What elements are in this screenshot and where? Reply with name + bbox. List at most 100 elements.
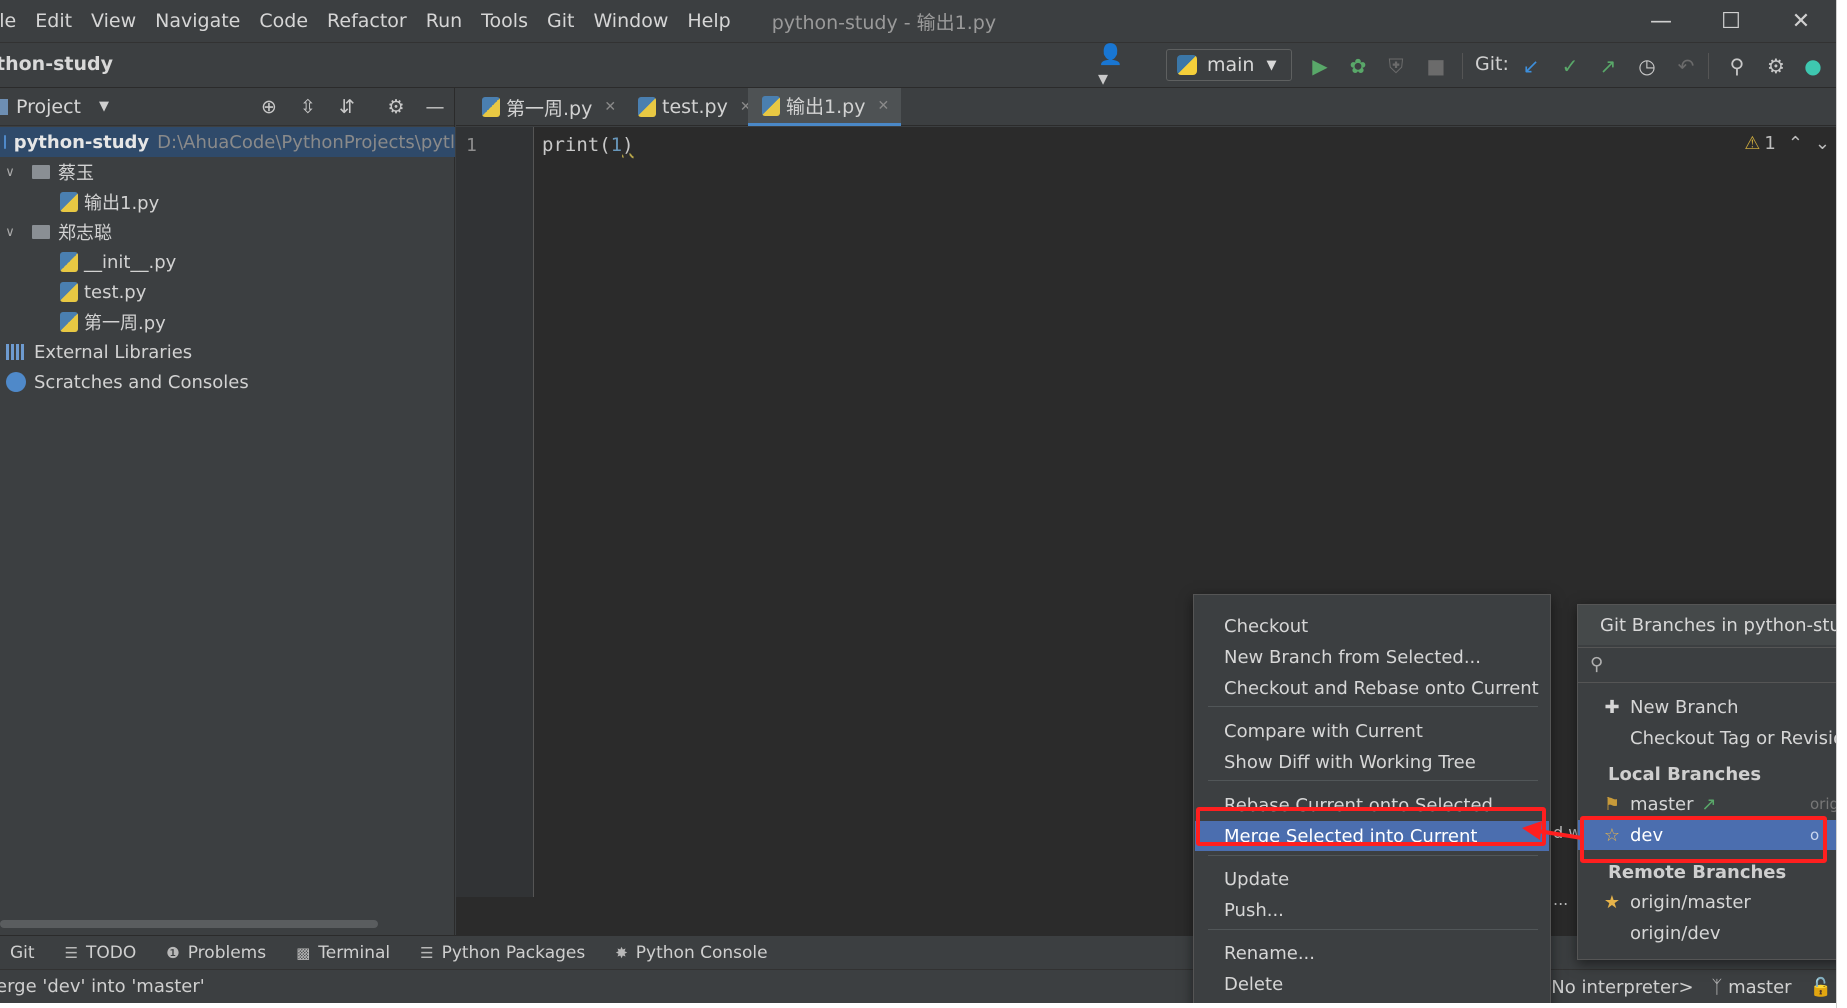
root-name: python-study: [13, 131, 150, 153]
tree-folder[interactable]: ∨ 蔡玉: [0, 157, 455, 187]
git-label: Git:: [1475, 53, 1509, 75]
tree-label: 郑志聪: [58, 223, 112, 244]
python-file-icon: [638, 97, 656, 117]
git-commit-icon[interactable]: ✓: [1555, 51, 1585, 81]
plus-icon: ✚: [1604, 696, 1620, 718]
tool-python-packages[interactable]: ☰ Python Packages: [420, 943, 585, 963]
inspection-widget[interactable]: ⚠ 1 ⌃ ⌄: [1744, 133, 1830, 154]
stop-icon[interactable]: ■: [1421, 51, 1451, 81]
folder-icon: [32, 225, 50, 239]
code-line[interactable]: print(1): [542, 134, 634, 156]
menu-item-compare-with-current[interactable]: Compare with Current: [1195, 716, 1549, 746]
menu-view[interactable]: View: [91, 10, 136, 32]
menu-item-rename[interactable]: Rename...: [1195, 938, 1549, 968]
horizontal-scrollbar[interactable]: [0, 920, 378, 928]
tool-python-console[interactable]: ✸ Python Console: [615, 943, 767, 963]
run-icon[interactable]: ▶: [1305, 51, 1335, 81]
chevron-down-icon[interactable]: ⌄: [1815, 133, 1830, 154]
gear-icon[interactable]: ⚙: [382, 93, 410, 121]
star-filled-icon[interactable]: ★: [1600, 892, 1624, 913]
tool-todo[interactable]: ☰ TODO: [65, 943, 137, 963]
project-panel-title[interactable]: Project: [16, 96, 81, 118]
python-file-icon: [482, 97, 500, 117]
chevron-down-icon[interactable]: ▼: [99, 99, 109, 114]
menu-edit[interactable]: Edit: [35, 10, 72, 32]
code-arg: 1: [610, 134, 623, 156]
expand-all-icon[interactable]: ⇳: [294, 93, 322, 121]
debug-icon[interactable]: ✿: [1343, 51, 1373, 81]
menu-tools[interactable]: Tools: [481, 10, 528, 32]
minimize-icon[interactable]: —: [1626, 0, 1696, 42]
chevron-down-icon[interactable]: ∨: [0, 225, 20, 240]
menu-help[interactable]: Help: [687, 10, 730, 32]
tree-scratches[interactable]: Scratches and Consoles: [0, 367, 455, 397]
tab-week1[interactable]: 第一周.py ✕: [468, 88, 628, 126]
menu-navigate[interactable]: Navigate: [155, 10, 240, 32]
tool-terminal[interactable]: ▩ Terminal: [296, 943, 390, 963]
menu-item-checkout-rebase[interactable]: Checkout and Rebase onto Current: [1195, 673, 1549, 703]
rollback-icon[interactable]: ↶: [1671, 51, 1701, 81]
search-icon[interactable]: ⚲: [1722, 51, 1752, 81]
action-new-branch[interactable]: ✚ New Branch: [1578, 692, 1836, 722]
action-checkout-tag[interactable]: Checkout Tag or Revision: [1578, 723, 1836, 753]
search-icon: ⚲: [1590, 654, 1604, 675]
git-update-icon[interactable]: ↙: [1516, 51, 1546, 81]
branch-widget[interactable]: ᛉ master: [1712, 977, 1792, 998]
background-window-edge: [1836, 0, 1847, 1008]
menu-file[interactable]: ile: [0, 10, 16, 32]
tree-file[interactable]: 输出1.py: [0, 187, 455, 217]
menu-item-update[interactable]: Update: [1195, 864, 1549, 894]
tool-label: TODO: [86, 942, 137, 963]
maximize-icon[interactable]: ☐: [1696, 0, 1766, 42]
menu-item-new-branch-from-selected[interactable]: New Branch from Selected...: [1195, 642, 1549, 672]
tab-output1[interactable]: 输出1.py ✕: [748, 88, 902, 126]
menu-code[interactable]: Code: [259, 10, 308, 32]
menu-item-checkout[interactable]: Checkout: [1195, 611, 1549, 641]
tree-folder[interactable]: ∨ 郑志聪: [0, 217, 455, 247]
menu-item-show-diff[interactable]: Show Diff with Working Tree: [1195, 747, 1549, 777]
chevron-up-icon[interactable]: ⌃: [1788, 133, 1803, 154]
plugin-icon[interactable]: ●: [1798, 51, 1828, 81]
menu-item-push[interactable]: Push...: [1195, 895, 1549, 925]
tree-libraries[interactable]: External Libraries: [0, 337, 455, 367]
menu-run[interactable]: Run: [426, 10, 462, 32]
branch-search-input[interactable]: ⚲: [1578, 647, 1836, 683]
run-config-combo[interactable]: main ▼: [1166, 49, 1292, 81]
user-icon[interactable]: 👤▾: [1098, 42, 1128, 90]
chevron-down-icon[interactable]: ∨: [0, 165, 20, 180]
interpreter-widget[interactable]: No interpreter>: [1551, 977, 1693, 998]
tool-label: Git: [10, 942, 35, 963]
branch-item-origin-dev[interactable]: origin/dev: [1578, 918, 1836, 948]
tree-file[interactable]: __init__.py: [0, 247, 455, 277]
menu-window[interactable]: Window: [593, 10, 668, 32]
git-push-icon[interactable]: ↗: [1593, 51, 1623, 81]
local-branches-header: Local Branches: [1608, 763, 1762, 785]
menu-item-delete[interactable]: Delete: [1195, 969, 1549, 999]
run-config-label: main: [1207, 54, 1255, 76]
status-message: erge 'dev' into 'master': [0, 976, 205, 997]
editor-tabs: 第一周.py ✕ test.py ✕ 输出1.py ✕: [456, 88, 1836, 126]
toolbar-divider: [1462, 53, 1463, 79]
settings-icon[interactable]: ⚙: [1761, 51, 1791, 81]
close-icon[interactable]: ✕: [604, 99, 616, 115]
tree-root[interactable]: python-study D:\AhuaCode\PythonProjects\…: [0, 127, 455, 157]
tree-file[interactable]: 第一周.py: [0, 307, 455, 337]
close-window-icon[interactable]: ✕: [1766, 0, 1836, 42]
hide-panel-icon[interactable]: —: [421, 93, 449, 121]
close-icon[interactable]: ✕: [877, 98, 889, 114]
locate-icon[interactable]: ⊕: [255, 93, 283, 121]
history-icon[interactable]: ◷: [1632, 51, 1662, 81]
toolbar-divider: [1708, 53, 1709, 79]
branch-name: master: [1728, 976, 1792, 998]
branch-item-origin-master[interactable]: ★ origin/master: [1578, 887, 1836, 917]
menu-git[interactable]: Git: [547, 10, 574, 32]
tree-file[interactable]: test.py: [0, 277, 455, 307]
tool-problems[interactable]: ❶ Problems: [166, 943, 266, 963]
tab-test[interactable]: test.py ✕: [624, 88, 764, 126]
tool-git[interactable]: Git: [10, 943, 35, 963]
menu-refactor[interactable]: Refactor: [327, 10, 407, 32]
lock-icon[interactable]: 🔓: [1810, 977, 1832, 998]
branch-item-master[interactable]: ⚑ master ↗ origi: [1578, 789, 1836, 819]
coverage-icon[interactable]: ⛨: [1381, 51, 1411, 81]
collapse-all-icon[interactable]: ⇵: [333, 93, 361, 121]
